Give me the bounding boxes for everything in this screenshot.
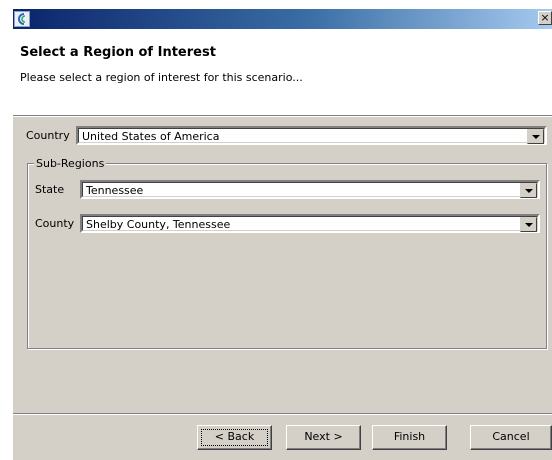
subregions-group-label: Sub-Regions: [34, 157, 107, 170]
next-button[interactable]: Next >: [286, 425, 361, 450]
chevron-down-icon[interactable]: [527, 129, 544, 144]
finish-button[interactable]: Finish: [372, 425, 447, 450]
state-value: Tennessee: [86, 184, 144, 197]
footer-divider: [13, 413, 552, 415]
back-button[interactable]: < Back: [197, 425, 272, 450]
app-logo-icon: [14, 11, 30, 27]
chevron-down-icon[interactable]: [520, 183, 537, 198]
country-label: Country: [26, 129, 70, 142]
country-value: United States of America: [82, 130, 220, 143]
cancel-button-label: Cancel: [492, 430, 530, 443]
back-button-label: < Back: [214, 430, 255, 443]
country-select[interactable]: United States of America: [76, 126, 547, 145]
county-value: Shelby County, Tennessee: [86, 218, 231, 231]
chevron-down-icon[interactable]: [520, 217, 537, 232]
county-label: County: [35, 217, 75, 230]
wizard-dialog: × Select a Region of Interest Please sel…: [13, 9, 552, 460]
state-select[interactable]: Tennessee: [80, 180, 540, 199]
finish-button-label: Finish: [393, 430, 426, 443]
next-button-label: Next >: [304, 430, 343, 443]
page-title: Select a Region of Interest: [20, 45, 216, 60]
state-label: State: [35, 183, 65, 196]
header-divider: [13, 115, 552, 117]
close-button[interactable]: ×: [538, 11, 552, 25]
county-select[interactable]: Shelby County, Tennessee: [80, 214, 540, 233]
cancel-button[interactable]: Cancel: [470, 425, 552, 450]
page-description: Please select a region of interest for t…: [20, 71, 303, 84]
wizard-header: Select a Region of Interest Please selec…: [13, 29, 552, 115]
title-bar: ×: [13, 9, 552, 29]
